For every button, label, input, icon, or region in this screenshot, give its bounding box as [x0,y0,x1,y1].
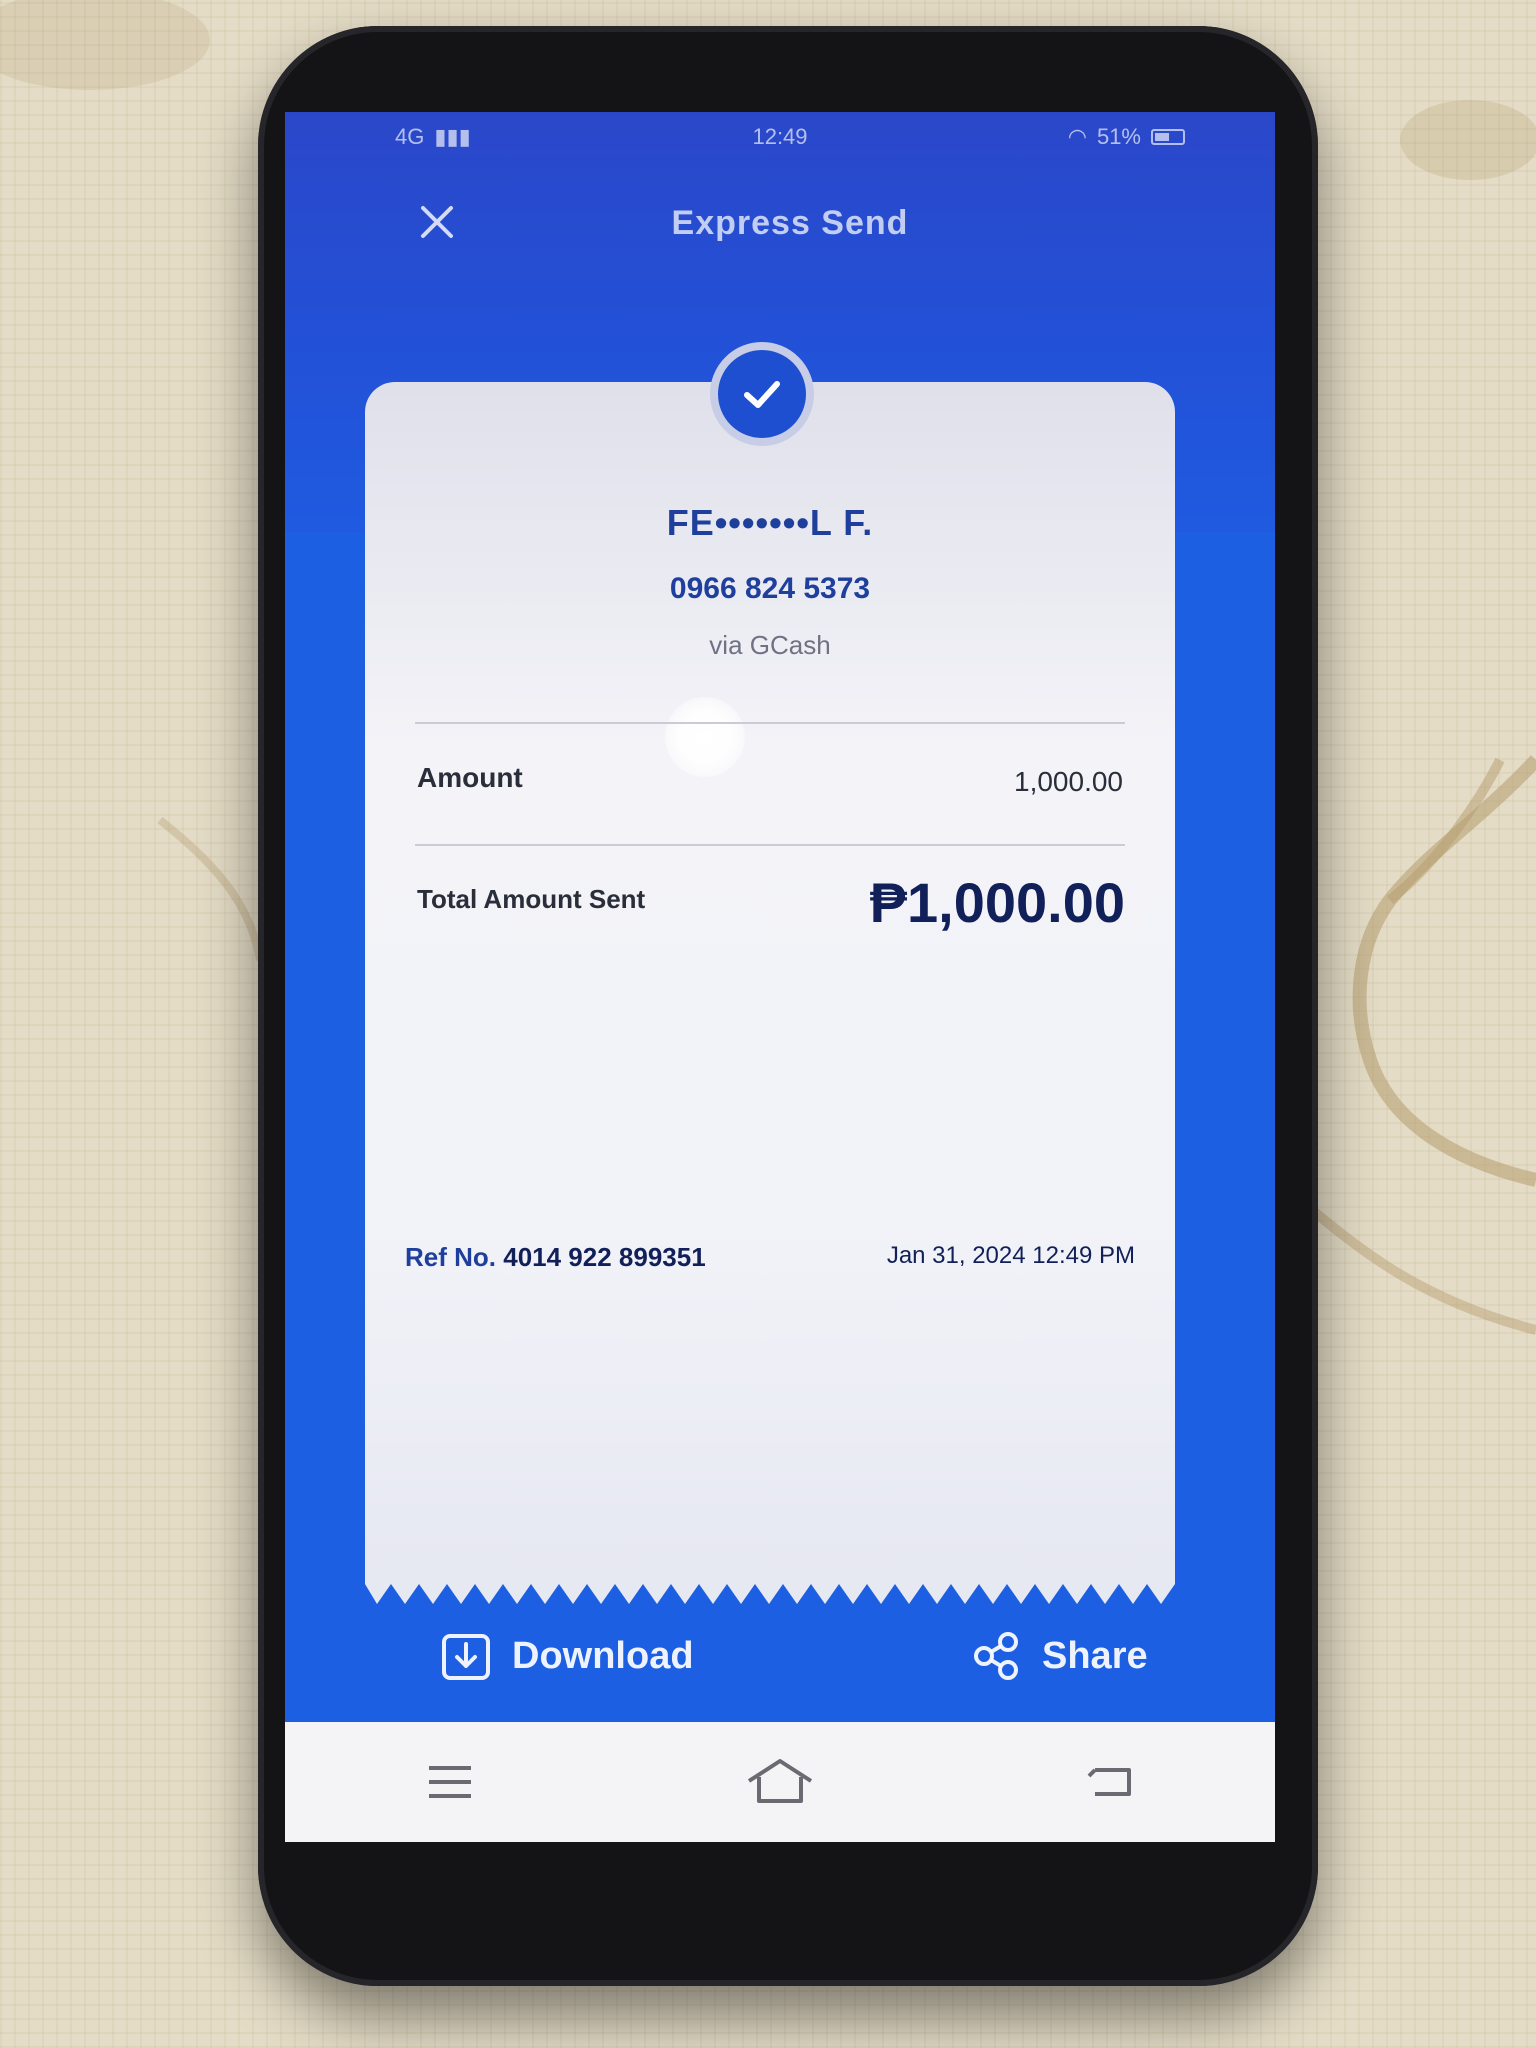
phone-screen: 4G ▮▮▮ 12:49 ◠ 51% Express Send FE••••••… [285,112,1275,1842]
recipient-number: 0966 824 5373 [669,572,871,605]
share-icon [974,1632,1018,1680]
recipient-name: FE•••••••L F. [666,502,874,543]
home-icon[interactable] [745,1752,815,1812]
transaction-datetime: Jan 31, 2024 12:49 PM [886,1242,1135,1269]
system-nav-bar [285,1722,1275,1842]
amount-value: 1,000.00 [1014,766,1123,797]
success-check-icon [710,342,814,446]
app-bar: Express Send [285,182,1275,262]
total-amount-value: ₱1,000.00 [869,871,1125,934]
download-button[interactable]: Download [440,1630,694,1682]
download-icon [442,1634,490,1680]
recipient-via: via GCash [709,630,831,660]
receipt-zigzag-edge [365,1582,1175,1604]
share-label: Share [1042,1634,1148,1677]
total-amount-label: Total Amount Sent [417,884,646,914]
ref-number-value: 4014 922 899351 [503,1242,706,1272]
status-right: ◠ 51% [1068,124,1185,150]
share-button[interactable]: Share [970,1630,1148,1682]
reference-number: Ref No. 4014 922 899351 [405,1242,706,1273]
divider [415,722,1125,724]
page-title: Express Send [671,204,909,242]
status-bar: 4G ▮▮▮ 12:49 ◠ 51% [285,112,1275,168]
receipt-paper [365,382,1175,1582]
battery-icon [1151,129,1185,145]
ref-label: Ref No. [405,1242,496,1272]
download-label: Download [512,1634,694,1677]
receipt-card: FE•••••••L F. 0966 824 5373 via GCash Am… [365,342,1175,1604]
screen-glare [665,697,745,777]
wifi-icon: ◠ [1067,124,1087,149]
menu-icon[interactable] [415,1752,485,1812]
divider [415,844,1125,846]
back-icon[interactable] [1075,1752,1145,1812]
amount-label: Amount [417,762,523,793]
battery-percent: 51% [1096,124,1141,149]
